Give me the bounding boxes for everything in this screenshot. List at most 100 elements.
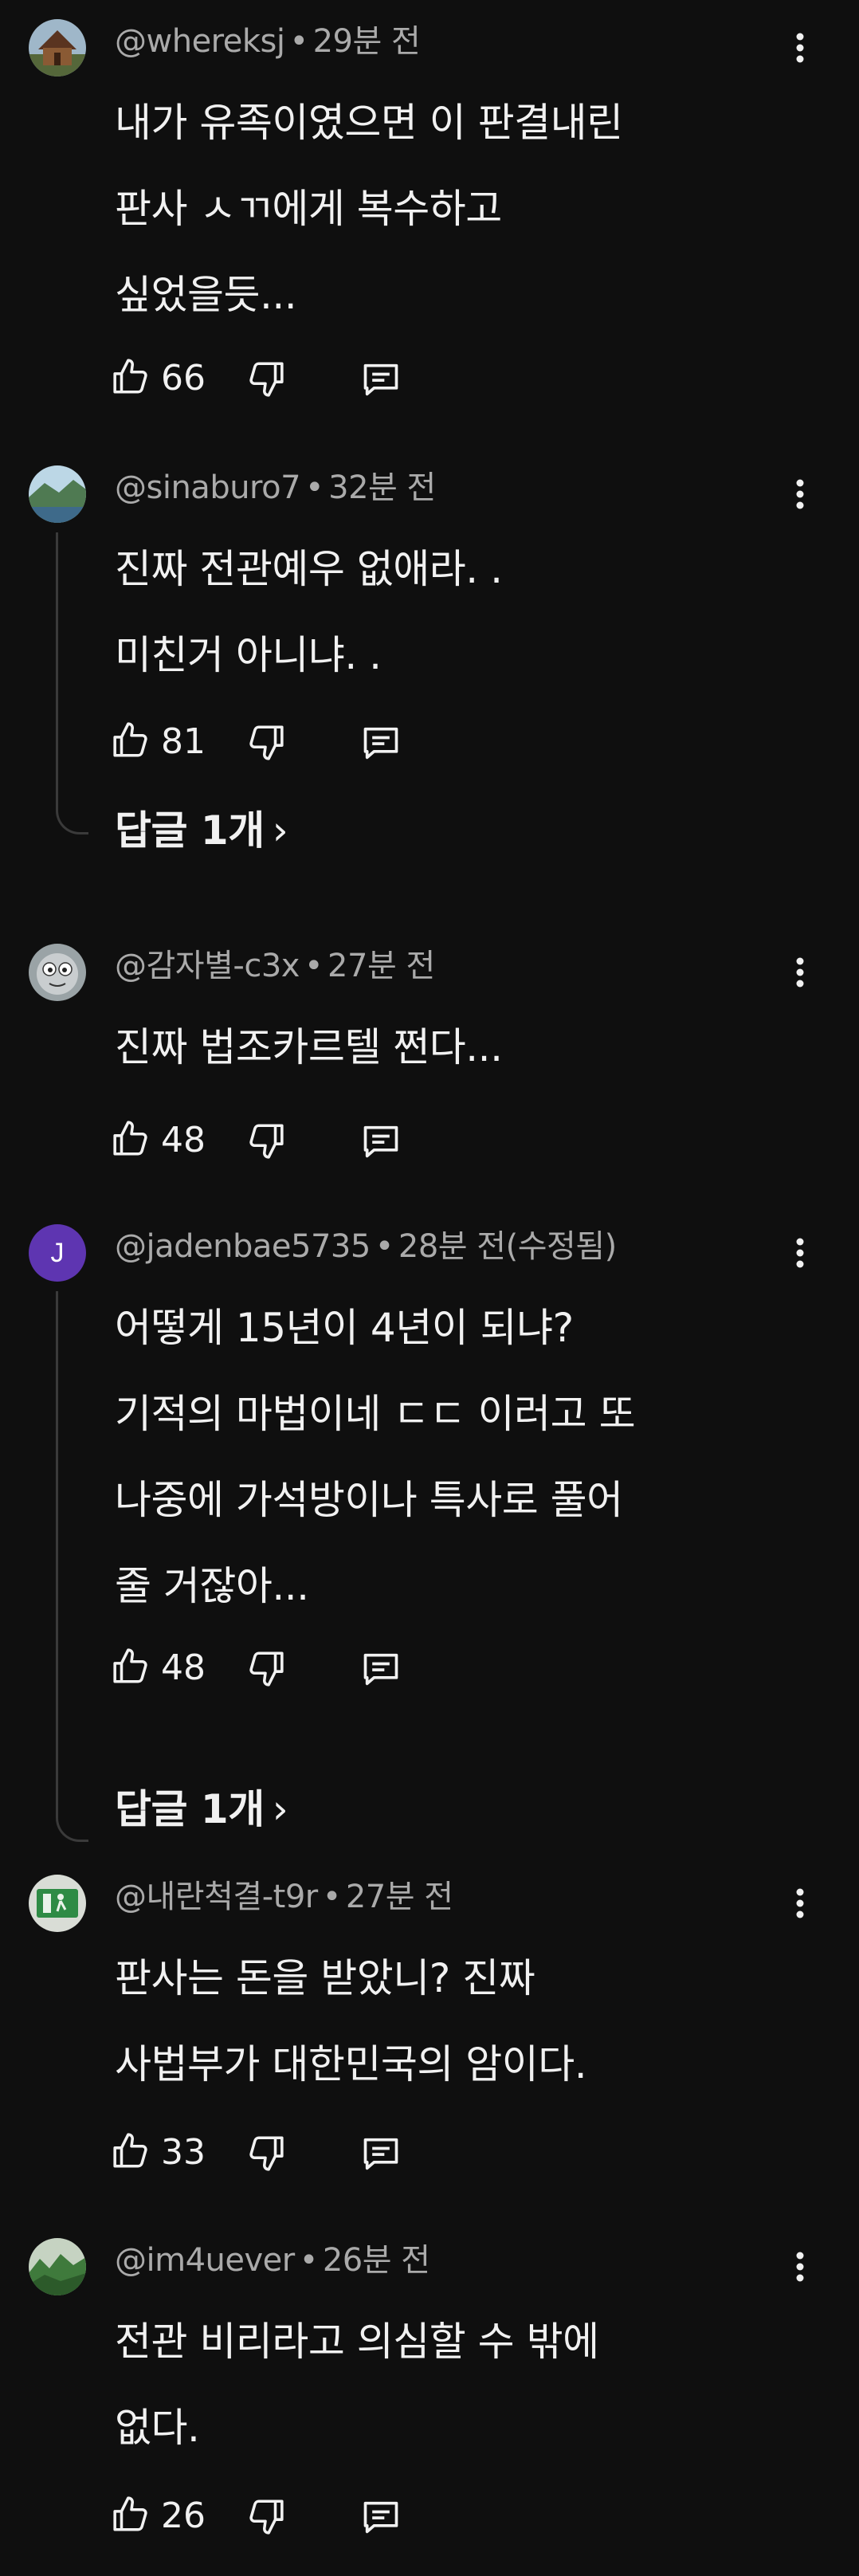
more-vertical-icon	[796, 2252, 804, 2282]
separator-dot: •	[304, 948, 324, 984]
reply-button[interactable]	[360, 722, 402, 764]
comment-line: 진짜 법조카르텔 쩐다...	[115, 1024, 503, 1070]
reply-button[interactable]	[360, 1121, 402, 1162]
avatar[interactable]	[29, 19, 86, 77]
author-name[interactable]: @sinaburo7	[115, 469, 301, 506]
like-button[interactable]	[112, 2131, 151, 2171]
reply-comment-icon	[363, 727, 398, 760]
comment-text: 진짜 법조카르텔 쩐다...	[115, 1004, 784, 1090]
more-options-button[interactable]	[786, 30, 814, 65]
forest-photo-avatar	[29, 2238, 86, 2295]
comment-actions: 48	[112, 1643, 669, 1691]
thumb-down-icon	[249, 1124, 284, 1159]
comment-line: 사법부가 대한민국의 암이다.	[115, 2041, 587, 2087]
thumb-up-icon	[113, 722, 147, 757]
comment-line: 싶었을듯...	[115, 272, 297, 318]
chevron-right-icon: ›	[272, 807, 288, 854]
thumb-down-icon	[249, 1651, 284, 1687]
comment-time: 27분 전	[345, 1879, 453, 1915]
comment-line: 내가 유족이였으면 이 판결내린	[115, 100, 623, 146]
comment-line: 줄 거잖아...	[115, 1563, 309, 1609]
comment-text: 내가 유족이였으면 이 판결내린 판사 ㅅㄲ에게 복수하고 싶었을듯...	[115, 80, 784, 338]
comment-header: @im4uever • 26분 전	[115, 2241, 430, 2280]
like-button[interactable]	[112, 1647, 151, 1687]
reply-button[interactable]	[360, 2496, 402, 2538]
comment-text: 어떻게 15년이 4년이 되냐? 기적의 마법이네 ㄷㄷ 이러고 또 나중에 가…	[115, 1285, 784, 1629]
dislike-button[interactable]	[245, 2133, 285, 2173]
reply-comment-icon	[363, 363, 398, 396]
reply-button[interactable]	[360, 359, 402, 400]
dislike-button[interactable]	[245, 359, 285, 399]
comment-actions: 66	[112, 354, 669, 402]
comment-item: @sinaburo7 • 32분 전 진짜 전관예우 없애라. . 미친거 아니냐.…	[0, 465, 859, 888]
avatar[interactable]	[29, 2238, 86, 2295]
dislike-button[interactable]	[245, 722, 285, 762]
comment-line: 기적의 마법이네 ㄷㄷ 이러고 또	[115, 1391, 636, 1437]
comment-time: 27분 전	[328, 948, 435, 984]
avatar[interactable]	[29, 1875, 86, 1932]
thumb-up-icon	[113, 1121, 147, 1156]
separator-dot: •	[299, 2242, 319, 2279]
comment-header: @감자별-c3x • 27분 전	[115, 947, 435, 985]
view-replies-button[interactable]: 답글 1개 ›	[115, 807, 288, 854]
dislike-button[interactable]	[245, 2496, 285, 2536]
reply-comment-icon	[363, 2501, 398, 2534]
reply-button[interactable]	[360, 1648, 402, 1690]
replies-count: 답글 1개	[115, 1786, 265, 1832]
dislike-button[interactable]	[245, 1648, 285, 1688]
replies-count: 답글 1개	[115, 807, 265, 854]
comment-header: @jadenbae5735 • 28분 전(수정됨)	[115, 1227, 617, 1266]
comment-line: 판사는 돈을 받았니? 진짜	[115, 1955, 535, 2001]
reply-button[interactable]	[360, 2133, 402, 2174]
thumb-down-icon	[249, 2499, 284, 2535]
comment-actions: 33	[112, 2128, 669, 2176]
landscape-photo-avatar	[29, 465, 86, 523]
avatar[interactable]: J	[29, 1224, 86, 1282]
avatar[interactable]	[29, 465, 86, 523]
comment-line: 판사 ㅅㄲ에게 복수하고	[115, 186, 502, 232]
like-button[interactable]	[112, 2495, 151, 2535]
more-vertical-icon	[796, 957, 804, 988]
like-button[interactable]	[112, 721, 151, 760]
author-name[interactable]: @내란척결-t9r	[115, 1879, 318, 1915]
view-replies-button[interactable]: 답글 1개 ›	[115, 1785, 288, 1833]
author-name[interactable]: @jadenbae5735	[115, 1228, 371, 1265]
author-name[interactable]: @im4uever	[115, 2242, 295, 2279]
more-options-button[interactable]	[786, 1886, 814, 1921]
reply-comment-icon	[363, 1125, 398, 1158]
avatar[interactable]	[29, 944, 86, 1001]
comment-actions: 26	[112, 2492, 669, 2539]
comment-item: @감자별-c3x • 27분 전 진짜 법조카르텔 쩐다... 48	[0, 944, 859, 1183]
comment-header: @sinaburo7 • 32분 전	[115, 469, 436, 507]
cabin-photo-avatar	[29, 19, 86, 77]
more-options-button[interactable]	[786, 2249, 814, 2284]
reply-comment-icon	[363, 2138, 398, 2170]
more-options-button[interactable]	[786, 477, 814, 512]
comment-actions: 81	[112, 717, 669, 765]
like-button[interactable]	[112, 1119, 151, 1159]
author-name[interactable]: @whereksj	[115, 23, 285, 60]
separator-dot: •	[375, 1228, 394, 1265]
author-name[interactable]: @감자별-c3x	[115, 948, 300, 984]
comment-time: 26분 전	[322, 2242, 430, 2279]
more-vertical-icon	[796, 1238, 804, 1268]
more-vertical-icon	[796, 1888, 804, 1918]
dislike-button[interactable]	[245, 1121, 285, 1160]
thumb-down-icon	[249, 362, 284, 397]
comment-text: 진짜 전관예우 없애라. . 미친거 아니냐. .	[115, 526, 784, 698]
comment-actions: 48	[112, 1116, 669, 1164]
comment-line: 미친거 아니냐. .	[115, 632, 382, 678]
more-options-button[interactable]	[786, 1235, 814, 1270]
more-vertical-icon	[796, 479, 804, 509]
more-options-button[interactable]	[786, 955, 814, 990]
like-button[interactable]	[112, 357, 151, 397]
comment-item: J @jadenbae5735 • 28분 전(수정됨) 어떻게 15년이 4년이 …	[0, 1224, 859, 1842]
avatar-letter: J	[50, 1237, 65, 1268]
more-vertical-icon	[796, 33, 804, 63]
like-count: 33	[161, 2132, 206, 2173]
thumb-up-icon	[113, 359, 147, 394]
thumb-down-icon	[249, 2136, 284, 2171]
comment-item: @내란척결-t9r • 27분 전 판사는 돈을 받았니? 진짜 사법부가 대한민국…	[0, 1875, 859, 2193]
thumb-down-icon	[249, 725, 284, 760]
separator-dot: •	[289, 23, 308, 60]
